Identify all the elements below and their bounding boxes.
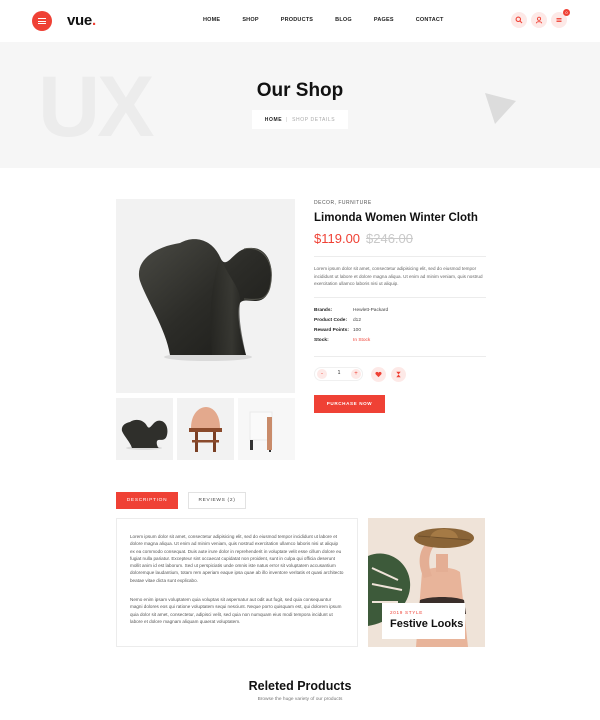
description-paragraph-2: Nemo enim ipsam voluptatem quia voluptas… bbox=[130, 597, 342, 624]
cart-icon[interactable]: 0 bbox=[551, 9, 570, 28]
quantity-value[interactable]: 1 bbox=[335, 370, 343, 376]
quantity-increase-button[interactable]: + bbox=[351, 369, 361, 379]
cart-count-badge: 0 bbox=[563, 9, 570, 16]
product-thumbnail-2[interactable] bbox=[177, 398, 234, 460]
breadcrumb-home[interactable]: HOME bbox=[265, 117, 282, 123]
promo-title: Festive Looks bbox=[390, 618, 464, 630]
logo-dot: . bbox=[91, 12, 96, 29]
compare-hourglass-icon[interactable] bbox=[391, 367, 406, 382]
logo-text: vue bbox=[67, 12, 92, 29]
nav-products[interactable]: PRODUCTS bbox=[281, 17, 313, 23]
stock-status: In Stock bbox=[353, 338, 371, 343]
divider bbox=[314, 256, 486, 257]
wishlist-heart-icon[interactable] bbox=[371, 367, 386, 382]
menu-icon[interactable] bbox=[32, 11, 52, 31]
spec-value: d12 bbox=[353, 318, 362, 323]
tab-description[interactable]: DESCRIPTION bbox=[116, 492, 178, 509]
divider bbox=[314, 297, 486, 298]
spec-label: Stock: bbox=[314, 338, 329, 343]
description-paragraph-1: Lorem ipsum dolor sit amet, consectetur … bbox=[130, 534, 344, 583]
description-panel: Lorem ipsum dolor sit amet, consectetur … bbox=[116, 518, 358, 647]
product-title: Limonda Women Winter Cloth bbox=[314, 212, 478, 224]
related-products-title: Releted Products bbox=[248, 679, 352, 693]
site-header: vue. HOME SHOP PRODUCTS BLOG PAGES CONTA… bbox=[0, 0, 600, 42]
breadcrumb-current: SHOP DETAILS bbox=[292, 116, 336, 123]
promo-card: 2019 STYLE Festive Looks bbox=[382, 603, 465, 639]
nav-contact[interactable]: CONTACT bbox=[416, 17, 444, 23]
product-main-image bbox=[116, 199, 295, 393]
nav-home[interactable]: HOME bbox=[203, 17, 220, 23]
breadcrumb-separator: | bbox=[286, 116, 289, 123]
spec-label: Reward Points: bbox=[314, 328, 349, 333]
hero-watermark: UX bbox=[38, 59, 154, 155]
product-short-description: Lorem ipsum dolor sit amet, consectetur … bbox=[314, 266, 483, 286]
product-price: $119.00 bbox=[314, 231, 361, 246]
decorative-triangle bbox=[485, 93, 516, 124]
breadcrumb: HOME | SHOP DETAILS bbox=[252, 110, 348, 129]
page-hero: UX Our Shop HOME | SHOP DETAILS bbox=[0, 42, 600, 168]
nav-pages[interactable]: PAGES bbox=[374, 17, 394, 23]
main-nav: HOME SHOP PRODUCTS BLOG PAGES CONTACT bbox=[203, 17, 466, 23]
logo[interactable]: vue. bbox=[67, 12, 96, 29]
tab-reviews[interactable]: REVIEWS (2) bbox=[188, 492, 246, 509]
related-products-subtitle: Browse the huge variety of our products bbox=[257, 697, 343, 702]
divider bbox=[314, 356, 486, 357]
product-old-price: $246.00 bbox=[366, 231, 413, 246]
promo-kicker: 2019 STYLE bbox=[390, 610, 424, 615]
spec-label: Product Code: bbox=[314, 318, 348, 323]
product-thumbnail-1[interactable] bbox=[116, 398, 173, 460]
search-icon[interactable] bbox=[511, 12, 527, 28]
spec-value: Hewlett-Packard bbox=[353, 308, 389, 313]
promo-banner[interactable]: 2019 STYLE Festive Looks bbox=[368, 518, 485, 647]
product-category[interactable]: DECOR, FURNITURE bbox=[314, 200, 372, 206]
purchase-now-button[interactable]: PURCHASE NOW bbox=[314, 395, 385, 413]
quantity-decrease-button[interactable]: - bbox=[317, 369, 327, 379]
spec-value: 100 bbox=[353, 328, 362, 333]
product-thumbnail-3[interactable] bbox=[238, 398, 295, 460]
user-icon[interactable] bbox=[531, 12, 547, 28]
spec-label: Brands: bbox=[314, 308, 333, 313]
nav-shop[interactable]: SHOP bbox=[242, 17, 258, 23]
nav-blog[interactable]: BLOG bbox=[335, 17, 352, 23]
quantity-stepper: - 1 + bbox=[314, 367, 363, 381]
